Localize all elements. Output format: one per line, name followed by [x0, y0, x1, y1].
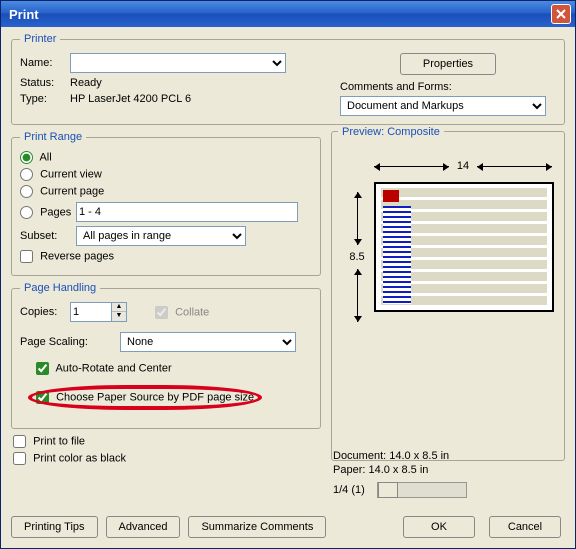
close-icon [556, 9, 566, 19]
reverse-pages-checkbox[interactable]: Reverse pages [20, 250, 114, 263]
type-label: Type: [20, 93, 70, 105]
type-value: HP LaserJet 4200 PCL 6 [70, 93, 191, 105]
range-legend: Print Range [20, 131, 86, 143]
copies-label: Copies: [20, 306, 70, 318]
copies-value[interactable] [70, 302, 112, 322]
titlebar: Print [1, 1, 575, 27]
handling-legend: Page Handling [20, 282, 100, 294]
scaling-select[interactable]: None [120, 332, 296, 352]
radio-pages[interactable]: Pages [20, 206, 76, 219]
paper-source-checkbox[interactable]: Choose Paper Source by PDF page size [36, 391, 254, 404]
collate-checkbox: Collate [155, 306, 209, 319]
summarize-comments-button[interactable]: Summarize Comments [188, 516, 326, 538]
print-to-file-checkbox[interactable]: Print to file [13, 435, 85, 448]
print-dialog: Print Printer Name: Status: Ready [0, 0, 576, 549]
radio-current-view[interactable]: Current view [20, 168, 102, 181]
properties-button[interactable]: Properties [400, 53, 496, 75]
page-counter: 1/4 (1) [333, 484, 365, 496]
page-handling-group: Page Handling Copies: ▲▼ Collate Page Sc… [11, 282, 321, 429]
ok-button[interactable]: OK [403, 516, 475, 538]
pages-field[interactable] [76, 202, 298, 222]
name-label: Name: [20, 57, 70, 69]
preview-page [374, 182, 554, 312]
autorotate-checkbox[interactable]: Auto-Rotate and Center [36, 362, 172, 375]
print-as-black-checkbox[interactable]: Print color as black [13, 452, 126, 465]
copies-stepper[interactable]: ▲▼ [70, 302, 127, 322]
spin-up-icon[interactable]: ▲ [112, 303, 126, 312]
preview-height: 8.5 [349, 245, 364, 269]
scaling-label: Page Scaling: [20, 336, 120, 348]
radio-current-page[interactable]: Current page [20, 185, 104, 198]
preview-group: Preview: Composite 14 8.5 [331, 131, 565, 461]
printer-group: Printer Name: Status: Ready Type: HP Las… [11, 33, 565, 125]
preview-width: 14 [449, 160, 477, 172]
print-range-group: Print Range All Current view Current pag… [11, 131, 321, 276]
advanced-button[interactable]: Advanced [106, 516, 181, 538]
comments-forms-select[interactable]: Document and Markups [340, 96, 546, 116]
subset-select[interactable]: All pages in range [76, 226, 246, 246]
printer-name-select[interactable] [70, 53, 286, 73]
paper-size: Paper: 14.0 x 8.5 in [333, 464, 561, 476]
close-button[interactable] [551, 4, 571, 24]
spin-down-icon[interactable]: ▼ [112, 312, 126, 321]
preview-legend: Preview: Composite [338, 126, 444, 138]
printer-legend: Printer [20, 33, 60, 45]
document-size: Document: 14.0 x 8.5 in [333, 450, 561, 462]
status-label: Status: [20, 77, 70, 89]
window-title: Print [9, 7, 39, 22]
cancel-button[interactable]: Cancel [489, 516, 561, 538]
radio-all[interactable]: All [20, 151, 52, 164]
status-value: Ready [70, 77, 102, 89]
page-slider[interactable] [377, 482, 467, 498]
printing-tips-button[interactable]: Printing Tips [11, 516, 98, 538]
subset-label: Subset: [20, 230, 76, 242]
comments-label: Comments and Forms: [340, 81, 556, 93]
